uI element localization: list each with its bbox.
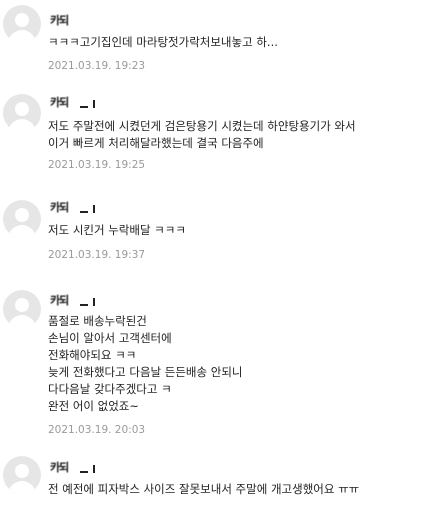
avatar-body-shape: [8, 481, 36, 494]
nickname-mark: [80, 471, 88, 473]
avatar-body-shape: [8, 119, 36, 132]
avatar[interactable]: [3, 94, 41, 132]
avatar-head-shape: [15, 464, 29, 478]
avatar-head-shape: [15, 102, 29, 116]
comment-line: 이거 빠르게 처리해달라했는데 결국 다음주에: [48, 136, 264, 150]
nickname[interactable]: 카되: [50, 293, 120, 309]
comment-date: 2021.03.19. 20:03: [48, 424, 146, 436]
comment-line: 품절로 배송누락된건: [48, 314, 147, 328]
nickname[interactable]: 카되: [50, 95, 120, 111]
comment-date: 2021.03.19. 19:25: [48, 159, 146, 171]
comment-text: 저도 시킨거 누락배달 ㅋㅋㅋ: [48, 222, 429, 239]
nickname-text: 카되: [50, 14, 69, 27]
nickname-mark: [80, 106, 88, 108]
nickname-mark: [80, 304, 88, 306]
avatar-body-shape: [8, 225, 36, 238]
comment-text: 품절로 배송누락된건 손님이 알아서 고객센터에 전화해야되요 ㅋㅋ 늦게 전화…: [48, 313, 429, 415]
comment-text: 저도 주말전에 시켰던게 검은탕용기 시켰는데 하얀탕용기가 와서 이거 빠르게…: [48, 118, 429, 152]
comment-line: 손님이 알아서 고객센터에: [48, 331, 172, 345]
comment-date: 2021.03.19. 19:37: [48, 249, 146, 261]
comment-line: 늦게 전화했다고 다음날 든든배송 안되니: [48, 365, 243, 379]
avatar-head-shape: [15, 298, 29, 312]
nickname[interactable]: 카되: [50, 13, 120, 29]
avatar-body-shape: [8, 30, 36, 43]
avatar-head-shape: [15, 208, 29, 222]
nickname[interactable]: 카되: [50, 460, 120, 476]
nickname-text: 카되: [50, 96, 69, 109]
nickname-text: 카되: [50, 461, 69, 474]
comment-line: 다다음날 갖다주겠다고 ㅋ: [48, 382, 172, 396]
comment-line: 완전 어이 없었죠~: [48, 399, 140, 413]
nickname-mark: [93, 100, 95, 108]
avatar[interactable]: [3, 200, 41, 238]
avatar-body-shape: [8, 315, 36, 328]
nickname-mark: [93, 205, 95, 213]
nickname-mark: [80, 211, 88, 213]
comment-date: 2021.03.19. 19:23: [48, 60, 146, 72]
avatar[interactable]: [3, 5, 41, 43]
avatar-head-shape: [15, 13, 29, 27]
comment-line: ㅋㅋㅋ고기집인데 마라탕젓가락처보내놓고 하...: [48, 35, 278, 49]
comment-text: ㅋㅋㅋ고기집인데 마라탕젓가락처보내놓고 하...: [48, 34, 429, 51]
avatar[interactable]: [3, 290, 41, 328]
nickname-mark: [93, 465, 95, 473]
comment-line: 전 예전에 피자박스 사이즈 잘못보내서 주말에 개고생했어요 ㅠㅠ: [48, 482, 360, 496]
comment-line: 전화해야되요 ㅋㅋ: [48, 348, 137, 362]
comment-line: 저도 시킨거 누락배달 ㅋㅋㅋ: [48, 223, 186, 237]
nickname-mark: [93, 298, 95, 306]
comment-text: 전 예전에 피자박스 사이즈 잘못보내서 주말에 개고생했어요 ㅠㅠ: [48, 481, 429, 498]
nickname-text: 카되: [50, 201, 69, 214]
nickname-text: 카되: [50, 294, 69, 307]
avatar[interactable]: [3, 456, 41, 494]
nickname[interactable]: 카되: [50, 200, 120, 216]
comment-line: 저도 주말전에 시켰던게 검은탕용기 시켰는데 하얀탕용기가 와서: [48, 119, 356, 133]
